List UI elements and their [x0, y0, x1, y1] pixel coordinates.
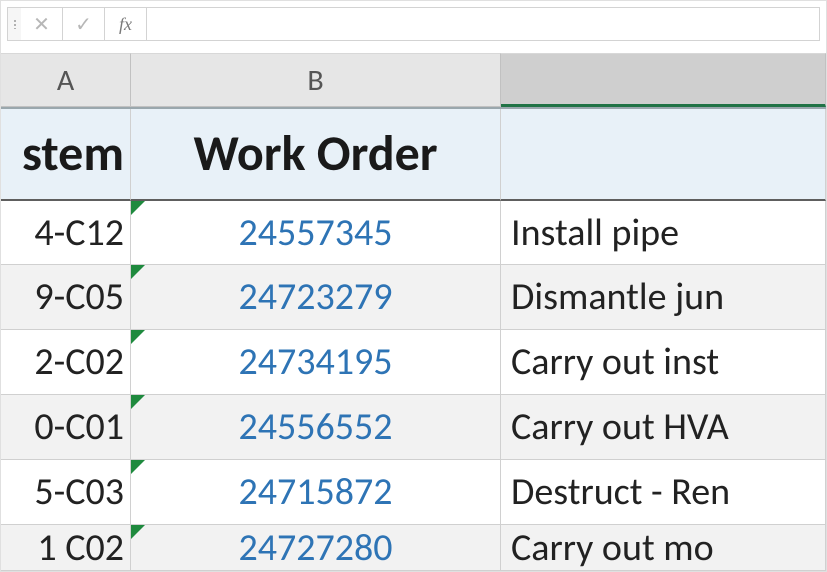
cell-system[interactable]: 2-C02	[1, 330, 131, 395]
table-row: 4-C12 24557345 Install pipe	[1, 201, 826, 266]
header-cell-desc[interactable]	[501, 109, 826, 201]
cell-desc[interactable]: Carry out HVA	[501, 395, 826, 460]
error-indicator-icon[interactable]	[131, 201, 145, 215]
error-indicator-icon[interactable]	[131, 265, 145, 279]
cell-system[interactable]: 4-C12	[1, 201, 131, 266]
table-row: 9-C05 24723279 Dismantle jun	[1, 265, 826, 330]
table-row: 5-C03 24715872 Destruct - Ren	[1, 460, 826, 525]
cell-work-order[interactable]: 24734195	[131, 330, 501, 395]
column-header-A[interactable]: A	[1, 53, 131, 107]
cell-desc[interactable]: Destruct - Ren	[501, 460, 826, 525]
table-row: 2-C02 24734195 Carry out inst	[1, 330, 826, 395]
cell-work-order[interactable]: 24715872	[131, 460, 501, 525]
column-header-B[interactable]: B	[131, 53, 501, 107]
cell-system[interactable]: 5-C03	[1, 460, 131, 525]
cell-desc[interactable]: Carry out mo	[501, 525, 826, 571]
cancel-icon: ✕	[33, 12, 50, 37]
formula-bar-handle[interactable]	[7, 7, 21, 41]
column-header-row: A B	[1, 53, 826, 107]
cell-work-order[interactable]: 24556552	[131, 395, 501, 460]
formula-bar: ✕ ✓ fx	[7, 7, 820, 41]
check-icon: ✓	[75, 12, 92, 37]
column-header-C[interactable]	[501, 53, 826, 107]
cell-system[interactable]: 9-C05	[1, 265, 131, 330]
cell-desc[interactable]: Dismantle jun	[501, 265, 826, 330]
cell-work-order[interactable]: 24727280	[131, 525, 501, 571]
spreadsheet-window: ✕ ✓ fx A B stem Work Order 4-C12 2455734…	[0, 0, 827, 572]
table-row: 1 C02 24727280 Carry out mo	[1, 525, 826, 571]
cell-desc[interactable]: Install pipe	[501, 201, 826, 266]
header-cell-system[interactable]: stem	[1, 109, 131, 201]
cell-system[interactable]: 0-C01	[1, 395, 131, 460]
cancel-button[interactable]: ✕	[21, 7, 63, 41]
cell-system[interactable]: 1 C02	[1, 525, 131, 571]
cell-work-order[interactable]: 24723279	[131, 265, 501, 330]
formula-input[interactable]	[147, 7, 820, 41]
error-indicator-icon[interactable]	[131, 525, 145, 539]
table-header-row: stem Work Order	[1, 107, 826, 201]
header-cell-work-order[interactable]: Work Order	[131, 109, 501, 201]
fx-label: fx	[119, 14, 132, 35]
error-indicator-icon[interactable]	[131, 460, 145, 474]
table-row: 0-C01 24556552 Carry out HVA	[1, 395, 826, 460]
cell-work-order[interactable]: 24557345	[131, 201, 501, 266]
error-indicator-icon[interactable]	[131, 330, 145, 344]
error-indicator-icon[interactable]	[131, 395, 145, 409]
grid[interactable]: stem Work Order 4-C12 24557345 Install p…	[1, 107, 826, 571]
cell-desc[interactable]: Carry out inst	[501, 330, 826, 395]
enter-button[interactable]: ✓	[63, 7, 105, 41]
insert-function-button[interactable]: fx	[105, 7, 147, 41]
